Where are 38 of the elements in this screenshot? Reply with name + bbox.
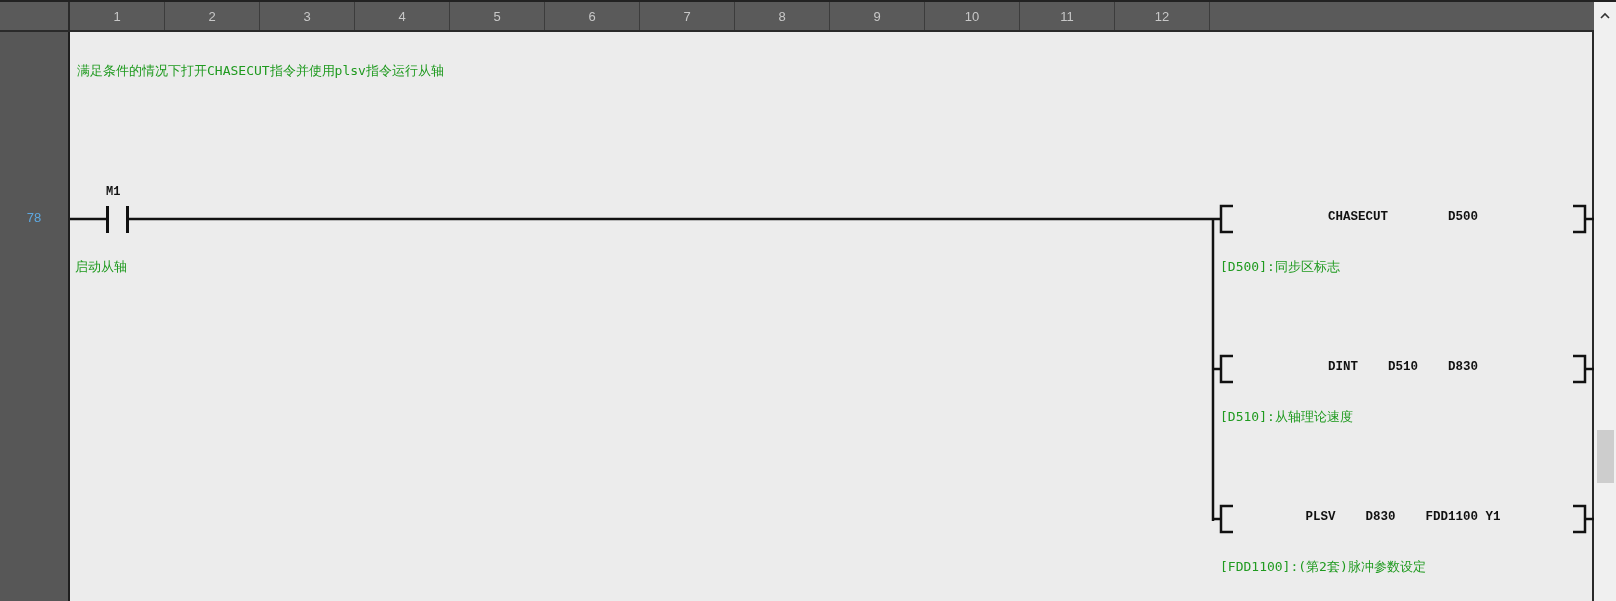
- left-bracket: [1211, 354, 1235, 384]
- column-header[interactable]: 6: [545, 2, 640, 30]
- right-bracket: [1571, 354, 1594, 384]
- column-header[interactable]: 11: [1020, 2, 1115, 30]
- right-bracket: [1571, 204, 1594, 234]
- instruction-operand: FDD1100: [1425, 510, 1479, 524]
- rung-comment: 满足条件的情况下打开CHASECUT指令并使用plsv指令运行从轴: [76, 62, 445, 80]
- operand-comment: [D500]:同步区标志: [1220, 258, 1340, 276]
- instruction-name: CHASECUT: [1328, 210, 1389, 224]
- contact-operand: M1: [106, 185, 121, 199]
- right-bracket: [1571, 504, 1594, 534]
- column-header[interactable]: 10: [925, 2, 1020, 30]
- column-header[interactable]: 12: [1115, 2, 1210, 30]
- instruction-operand: D830: [1365, 510, 1397, 524]
- vertical-scrollbar[interactable]: [1594, 2, 1616, 601]
- column-header[interactable]: 3: [260, 2, 355, 30]
- instruction-name: DINT: [1328, 360, 1359, 374]
- line-number: 78: [25, 210, 43, 225]
- column-header[interactable]: 9: [830, 2, 925, 30]
- contact-symbol: [106, 206, 129, 233]
- column-header[interactable]: 8: [735, 2, 830, 30]
- operand-comment: [D510]:从轴理论速度: [1220, 408, 1353, 426]
- instruction-operand: Y1: [1485, 510, 1501, 524]
- instruction-operand: D830: [1448, 360, 1478, 374]
- instruction-operand: D500: [1448, 210, 1478, 224]
- scroll-up-icon[interactable]: [1599, 12, 1611, 20]
- operand-comment: [FDD1100]:(第2套)脉冲参数设定: [1220, 558, 1426, 576]
- left-bracket: [1211, 504, 1235, 534]
- column-header[interactable]: 7: [640, 2, 735, 30]
- column-header[interactable]: 1: [70, 2, 165, 30]
- column-header[interactable]: 4: [355, 2, 450, 30]
- column-header[interactable]: 2: [165, 2, 260, 30]
- scroll-thumb[interactable]: [1597, 430, 1614, 483]
- instruction-name: PLSV: [1305, 510, 1337, 524]
- column-header[interactable]: 5: [450, 2, 545, 30]
- instruction-operand: D510: [1388, 360, 1419, 374]
- contact-comment: 启动从轴: [75, 258, 127, 276]
- left-bracket: [1211, 204, 1235, 234]
